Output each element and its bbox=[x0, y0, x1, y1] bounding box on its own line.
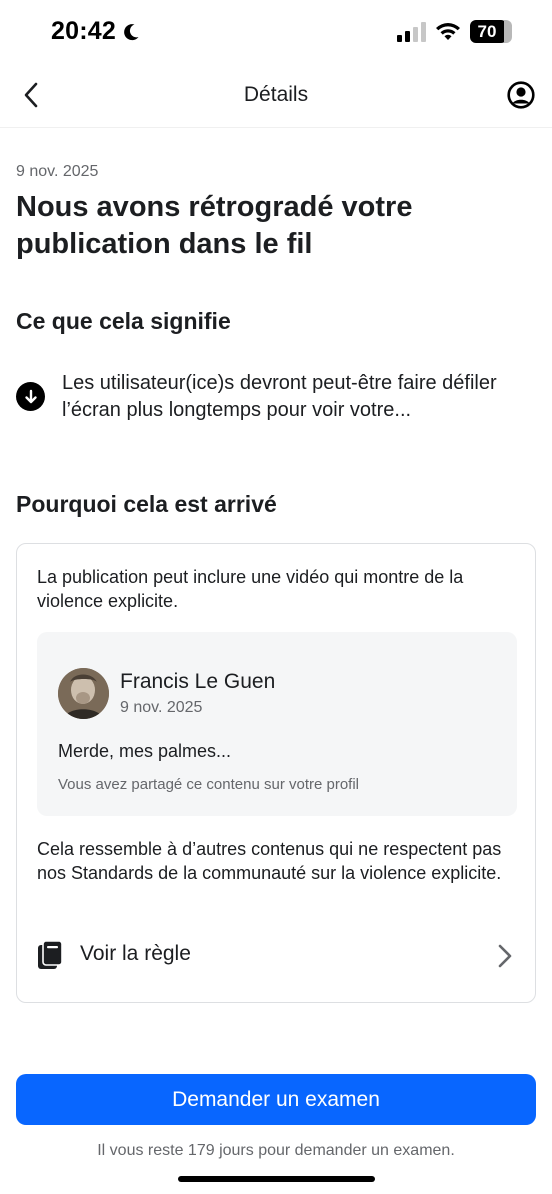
battery-level: 70 bbox=[477, 22, 497, 41]
signal-icon bbox=[397, 22, 426, 42]
home-indicator bbox=[178, 1176, 375, 1182]
avatar bbox=[58, 668, 109, 719]
nav-bar: Détails bbox=[0, 64, 552, 128]
account-circle-icon bbox=[507, 81, 535, 109]
post-author: Francis Le Guen bbox=[120, 670, 276, 693]
moon-icon bbox=[124, 24, 139, 41]
chevron-right-icon bbox=[498, 944, 512, 968]
days-left-text: Il vous reste 179 jours pour demander un… bbox=[97, 1142, 455, 1159]
post-date: 9 nov. 2025 bbox=[120, 699, 203, 716]
status-time: 20:42 bbox=[51, 17, 116, 45]
view-rule-label: Voir la règle bbox=[80, 942, 191, 965]
meaning-text: Les utilisateur(ice)s devront peut-être … bbox=[62, 372, 497, 421]
post-text: Merde, mes palmes... bbox=[58, 741, 232, 761]
post-preview[interactable]: Francis Le Guen 9 nov. 2025 Merde, mes p… bbox=[37, 632, 517, 816]
profile-button[interactable] bbox=[504, 78, 538, 112]
why-section-title: Pourquoi cela est arrivé bbox=[16, 491, 277, 517]
status-bar: 20:42 70 bbox=[0, 0, 552, 64]
notice-headline: Nous avons rétrogradé votre publication … bbox=[16, 191, 413, 260]
notice-date: 9 nov. 2025 bbox=[16, 163, 99, 180]
meaning-section-title: Ce que cela signifie bbox=[16, 308, 231, 334]
similar-text: Cela ressemble à d’autres contenus qui n… bbox=[37, 839, 502, 883]
book-icon bbox=[38, 940, 63, 969]
battery-icon: 70 bbox=[470, 20, 512, 43]
post-share-note: Vous avez partagé ce contenu sur votre p… bbox=[58, 776, 360, 793]
request-review-button[interactable]: Demander un examen bbox=[16, 1074, 536, 1125]
why-description: La publication peut inclure une vidéo qu… bbox=[37, 567, 464, 611]
page-title: Détails bbox=[243, 83, 309, 106]
view-rule-button[interactable]: Voir la règle bbox=[17, 928, 535, 986]
wifi-icon bbox=[436, 23, 460, 40]
why-card: La publication peut inclure une vidéo qu… bbox=[16, 543, 536, 1003]
arrow-down-circle-icon bbox=[16, 382, 45, 411]
